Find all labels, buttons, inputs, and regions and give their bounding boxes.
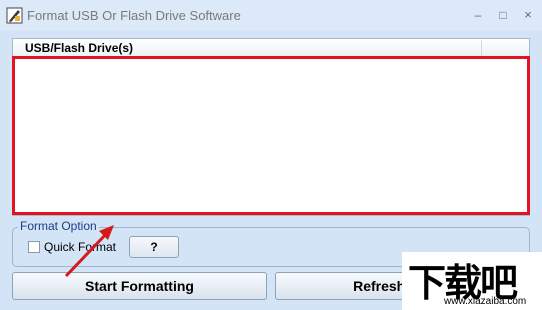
watermark: 下载吧 www.xiazaiba.com: [402, 252, 542, 310]
app-window: Format USB Or Flash Drive Software – □ ×…: [0, 0, 542, 310]
watermark-url: www.xiazaiba.com: [444, 296, 527, 307]
